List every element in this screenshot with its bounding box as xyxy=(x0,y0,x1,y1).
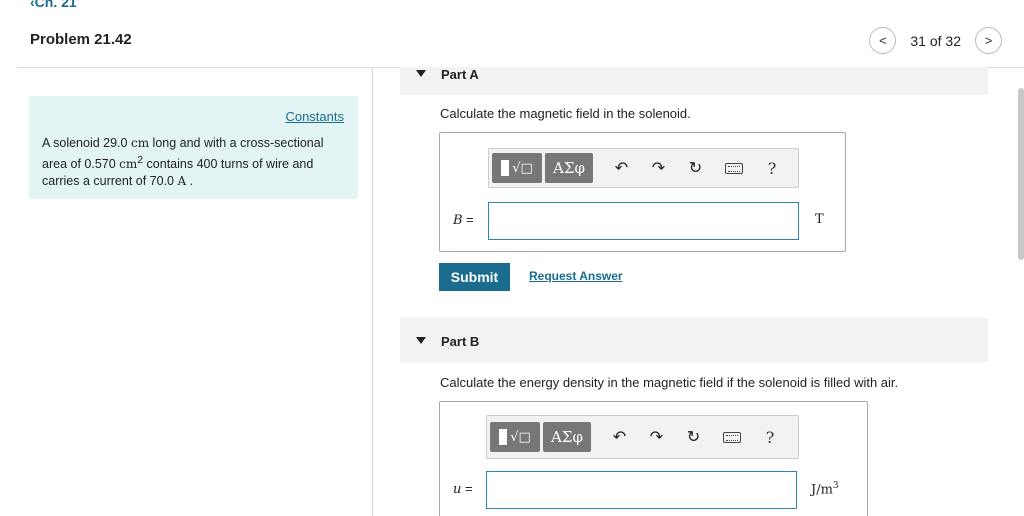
collapse-caret-icon xyxy=(416,337,426,344)
part-b-answer-box: √□ ΑΣφ ↶ ↷ ↻ ? u = J/m3 xyxy=(439,401,868,516)
statement-text: carries a current of 70.0 xyxy=(42,174,178,189)
statement-text: area of 0.570 xyxy=(42,157,120,172)
collapse-caret-icon xyxy=(416,70,426,77)
templates-button[interactable]: √□ xyxy=(490,422,540,452)
part-b-label: Part B xyxy=(441,334,480,349)
answer-input[interactable] xyxy=(486,471,797,509)
equals-sign: = xyxy=(462,212,474,227)
constants-link[interactable]: Constants xyxy=(285,109,344,124)
answer-input[interactable] xyxy=(488,202,799,240)
keyboard-button[interactable] xyxy=(714,152,754,184)
unit-text: cm xyxy=(130,136,150,150)
unit-exponent: 3 xyxy=(832,481,839,491)
scrollbar[interactable] xyxy=(1018,88,1024,260)
variable-label: u = xyxy=(453,481,473,497)
column-divider xyxy=(372,68,373,516)
reset-icon[interactable]: ↻ xyxy=(675,421,712,453)
template-block-icon xyxy=(501,160,510,176)
help-button[interactable]: ? xyxy=(752,421,788,453)
greek-symbols-button[interactable]: ΑΣφ xyxy=(545,153,593,183)
undo-icon[interactable]: ↶ xyxy=(603,152,640,184)
math-toolbar: √□ ΑΣφ ↶ ↷ ↻ ? xyxy=(486,415,799,459)
part-a-header[interactable]: Part A xyxy=(400,67,988,95)
keyboard-icon xyxy=(723,431,741,443)
square-root-icon: √□ xyxy=(510,429,531,445)
math-toolbar: √□ ΑΣφ ↶ ↷ ↻ ? xyxy=(488,148,799,188)
problem-title: Problem 21.42 xyxy=(30,31,132,48)
part-a-answer-box: √□ ΑΣφ ↶ ↷ ↻ ? B = T xyxy=(439,132,846,252)
statement-text: A solenoid 29.0 xyxy=(42,136,131,150)
redo-icon[interactable]: ↷ xyxy=(640,152,677,184)
problem-statement-panel: Constants A solenoid 29.0 cm long and wi… xyxy=(29,96,358,199)
back-link-label: Ch. 21 xyxy=(34,0,77,10)
chevron-right-icon: > xyxy=(984,33,993,48)
unit-label: T xyxy=(815,212,824,227)
previous-problem-button[interactable]: < xyxy=(869,27,897,54)
square-root-icon: √□ xyxy=(512,160,533,176)
keyboard-button[interactable] xyxy=(712,421,752,453)
keyboard-icon xyxy=(725,162,743,174)
part-a-label: Part A xyxy=(441,67,479,82)
statement-text: . xyxy=(186,174,194,189)
template-block-icon xyxy=(499,429,508,445)
help-button[interactable]: ? xyxy=(754,152,790,184)
next-problem-button[interactable]: > xyxy=(975,27,1002,54)
variable-symbol: B xyxy=(453,213,463,228)
redo-icon[interactable]: ↷ xyxy=(638,421,675,453)
statement-text: contains 400 turns of wire and xyxy=(143,157,314,172)
templates-button[interactable]: √□ xyxy=(492,153,542,183)
unit-text: A xyxy=(177,174,187,189)
statement-text: long and with a cross-sectional xyxy=(149,136,324,150)
greek-symbols-button[interactable]: ΑΣφ xyxy=(543,422,591,452)
chevron-left-icon: < xyxy=(879,33,887,48)
pager-text: 31 of 32 xyxy=(910,32,961,49)
equals-sign: = xyxy=(461,481,473,496)
part-b-header[interactable]: Part B xyxy=(400,318,988,362)
reset-icon[interactable]: ↻ xyxy=(677,152,714,184)
problem-statement: A solenoid 29.0 cm long and with a cross… xyxy=(42,135,348,190)
undo-icon[interactable]: ↶ xyxy=(601,421,638,453)
unit-label: J/m3 xyxy=(811,481,839,497)
submit-button[interactable]: Submit xyxy=(439,263,510,291)
unit-base: J/m xyxy=(811,482,833,498)
part-a-question: Calculate the magnetic field in the sole… xyxy=(440,106,691,121)
unit-text: cm xyxy=(119,157,138,172)
request-answer-link[interactable]: Request Answer xyxy=(529,269,623,283)
variable-label: B = xyxy=(453,212,474,228)
back-to-chapter-link[interactable]: ‹Ch. 21 xyxy=(30,0,77,10)
problem-pager: < 31 of 32 > xyxy=(869,27,1002,54)
part-b-question: Calculate the energy density in the magn… xyxy=(440,375,899,390)
